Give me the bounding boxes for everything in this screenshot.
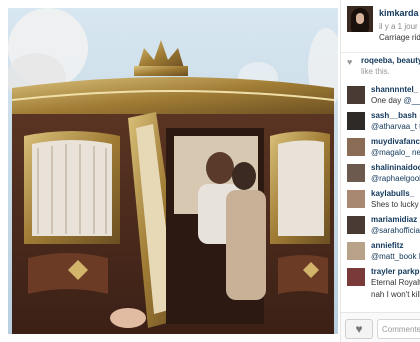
commenter-username[interactable]: kaylabulls_: [371, 189, 414, 198]
commenter-avatar[interactable]: [347, 112, 365, 130]
comment-text: @matt_book I w: [371, 252, 420, 261]
post-caption: Carriage ride: [379, 33, 420, 42]
like-button[interactable]: ♥: [345, 319, 373, 339]
comment-text: Shes to lucky o: [371, 200, 420, 209]
comment-text: nah I won't kill: [371, 290, 420, 299]
comment-item: shalininaidoo @raphaelgoola: [341, 160, 420, 186]
comment-item: kaylabulls_ Shes to lucky o: [341, 186, 420, 212]
author-username[interactable]: kimkarda: [379, 8, 419, 18]
commenter-username[interactable]: sash__bash: [371, 111, 417, 120]
comment-text: @sarahofficiale: [371, 226, 420, 235]
comment-item: muydivafancy @magalo_ necesi: [341, 134, 420, 160]
heart-icon: ♥: [347, 57, 353, 67]
comment-item: trayler parkpin Eternal Royalty: [341, 264, 420, 290]
comment-text: @raphaelgoola: [371, 174, 420, 183]
commenter-avatar[interactable]: [347, 268, 365, 286]
comment-text: @atharvaa_t th: [371, 122, 420, 131]
post-header: kimkarda il y a 1 jour Carriage ride: [341, 4, 420, 48]
comment-input[interactable]: Commenter: [377, 319, 420, 339]
comment-mention[interactable]: @atharvaa_t th: [371, 122, 420, 131]
commenter-avatar[interactable]: [347, 190, 365, 208]
comment-text: One day @__n: [371, 96, 420, 105]
comment-mention[interactable]: @raphaelgoola: [371, 174, 420, 183]
commenter-avatar[interactable]: [347, 86, 365, 104]
comment-item: mariamidiaz @sarahofficiale: [341, 212, 420, 238]
avatar-face-shape: [356, 13, 364, 24]
commenter-username[interactable]: shalininaidoo: [371, 163, 420, 172]
carriage-photo-image: [8, 8, 338, 334]
comment-body: Eternal Royalty: [371, 278, 420, 287]
commenter-username[interactable]: mariamidiaz: [371, 215, 417, 224]
commenter-avatar[interactable]: [347, 242, 365, 260]
post-details-panel: kimkarda il y a 1 jour Carriage ride ♥ r…: [340, 0, 420, 342]
post-photo[interactable]: [8, 8, 338, 334]
commenter-username[interactable]: muydivafancy: [371, 137, 420, 146]
commenter-avatar[interactable]: [347, 216, 365, 234]
author-avatar[interactable]: [347, 6, 373, 32]
commenter-avatar[interactable]: [347, 164, 365, 182]
comment-item: sash__bash @atharvaa_t th: [341, 108, 420, 134]
comment-item: shannnntel_ One day @__n: [341, 82, 420, 108]
comment-mention[interactable]: @__n: [403, 96, 420, 105]
commenter-avatar[interactable]: [347, 138, 365, 156]
comment-mention[interactable]: @matt_book I w: [371, 252, 420, 261]
comment-mention[interactable]: @sarahofficiale: [371, 226, 420, 235]
commenter-username[interactable]: anniefitz: [371, 241, 403, 250]
comment-text: @magalo_ necesi: [371, 148, 420, 157]
heart-icon: ♥: [355, 322, 363, 336]
comment-item: anniefitz @matt_book I w: [341, 238, 420, 264]
comment-body: nah I won't kill: [371, 290, 420, 299]
comments-list: shannnntel_ One day @__n sash__bash @ath…: [341, 82, 420, 316]
comment-body: One day: [371, 96, 404, 105]
commenter-username[interactable]: trayler parkpin: [371, 267, 420, 276]
comment-footer: ♥ Commenter: [341, 312, 420, 342]
post-time: il y a 1 jour: [379, 22, 418, 31]
comment-body: Shes to lucky o: [371, 200, 420, 209]
commenter-username[interactable]: shannnntel_: [371, 85, 418, 94]
comment-mention[interactable]: @magalo_ necesi: [371, 148, 420, 157]
likes-users[interactable]: roqeeba, beauty: [361, 56, 420, 65]
likes-suffix: like this.: [361, 67, 390, 76]
likes-section: ♥ roqeeba, beauty like this.: [341, 52, 420, 78]
comment-text: Eternal Royalty: [371, 278, 420, 287]
